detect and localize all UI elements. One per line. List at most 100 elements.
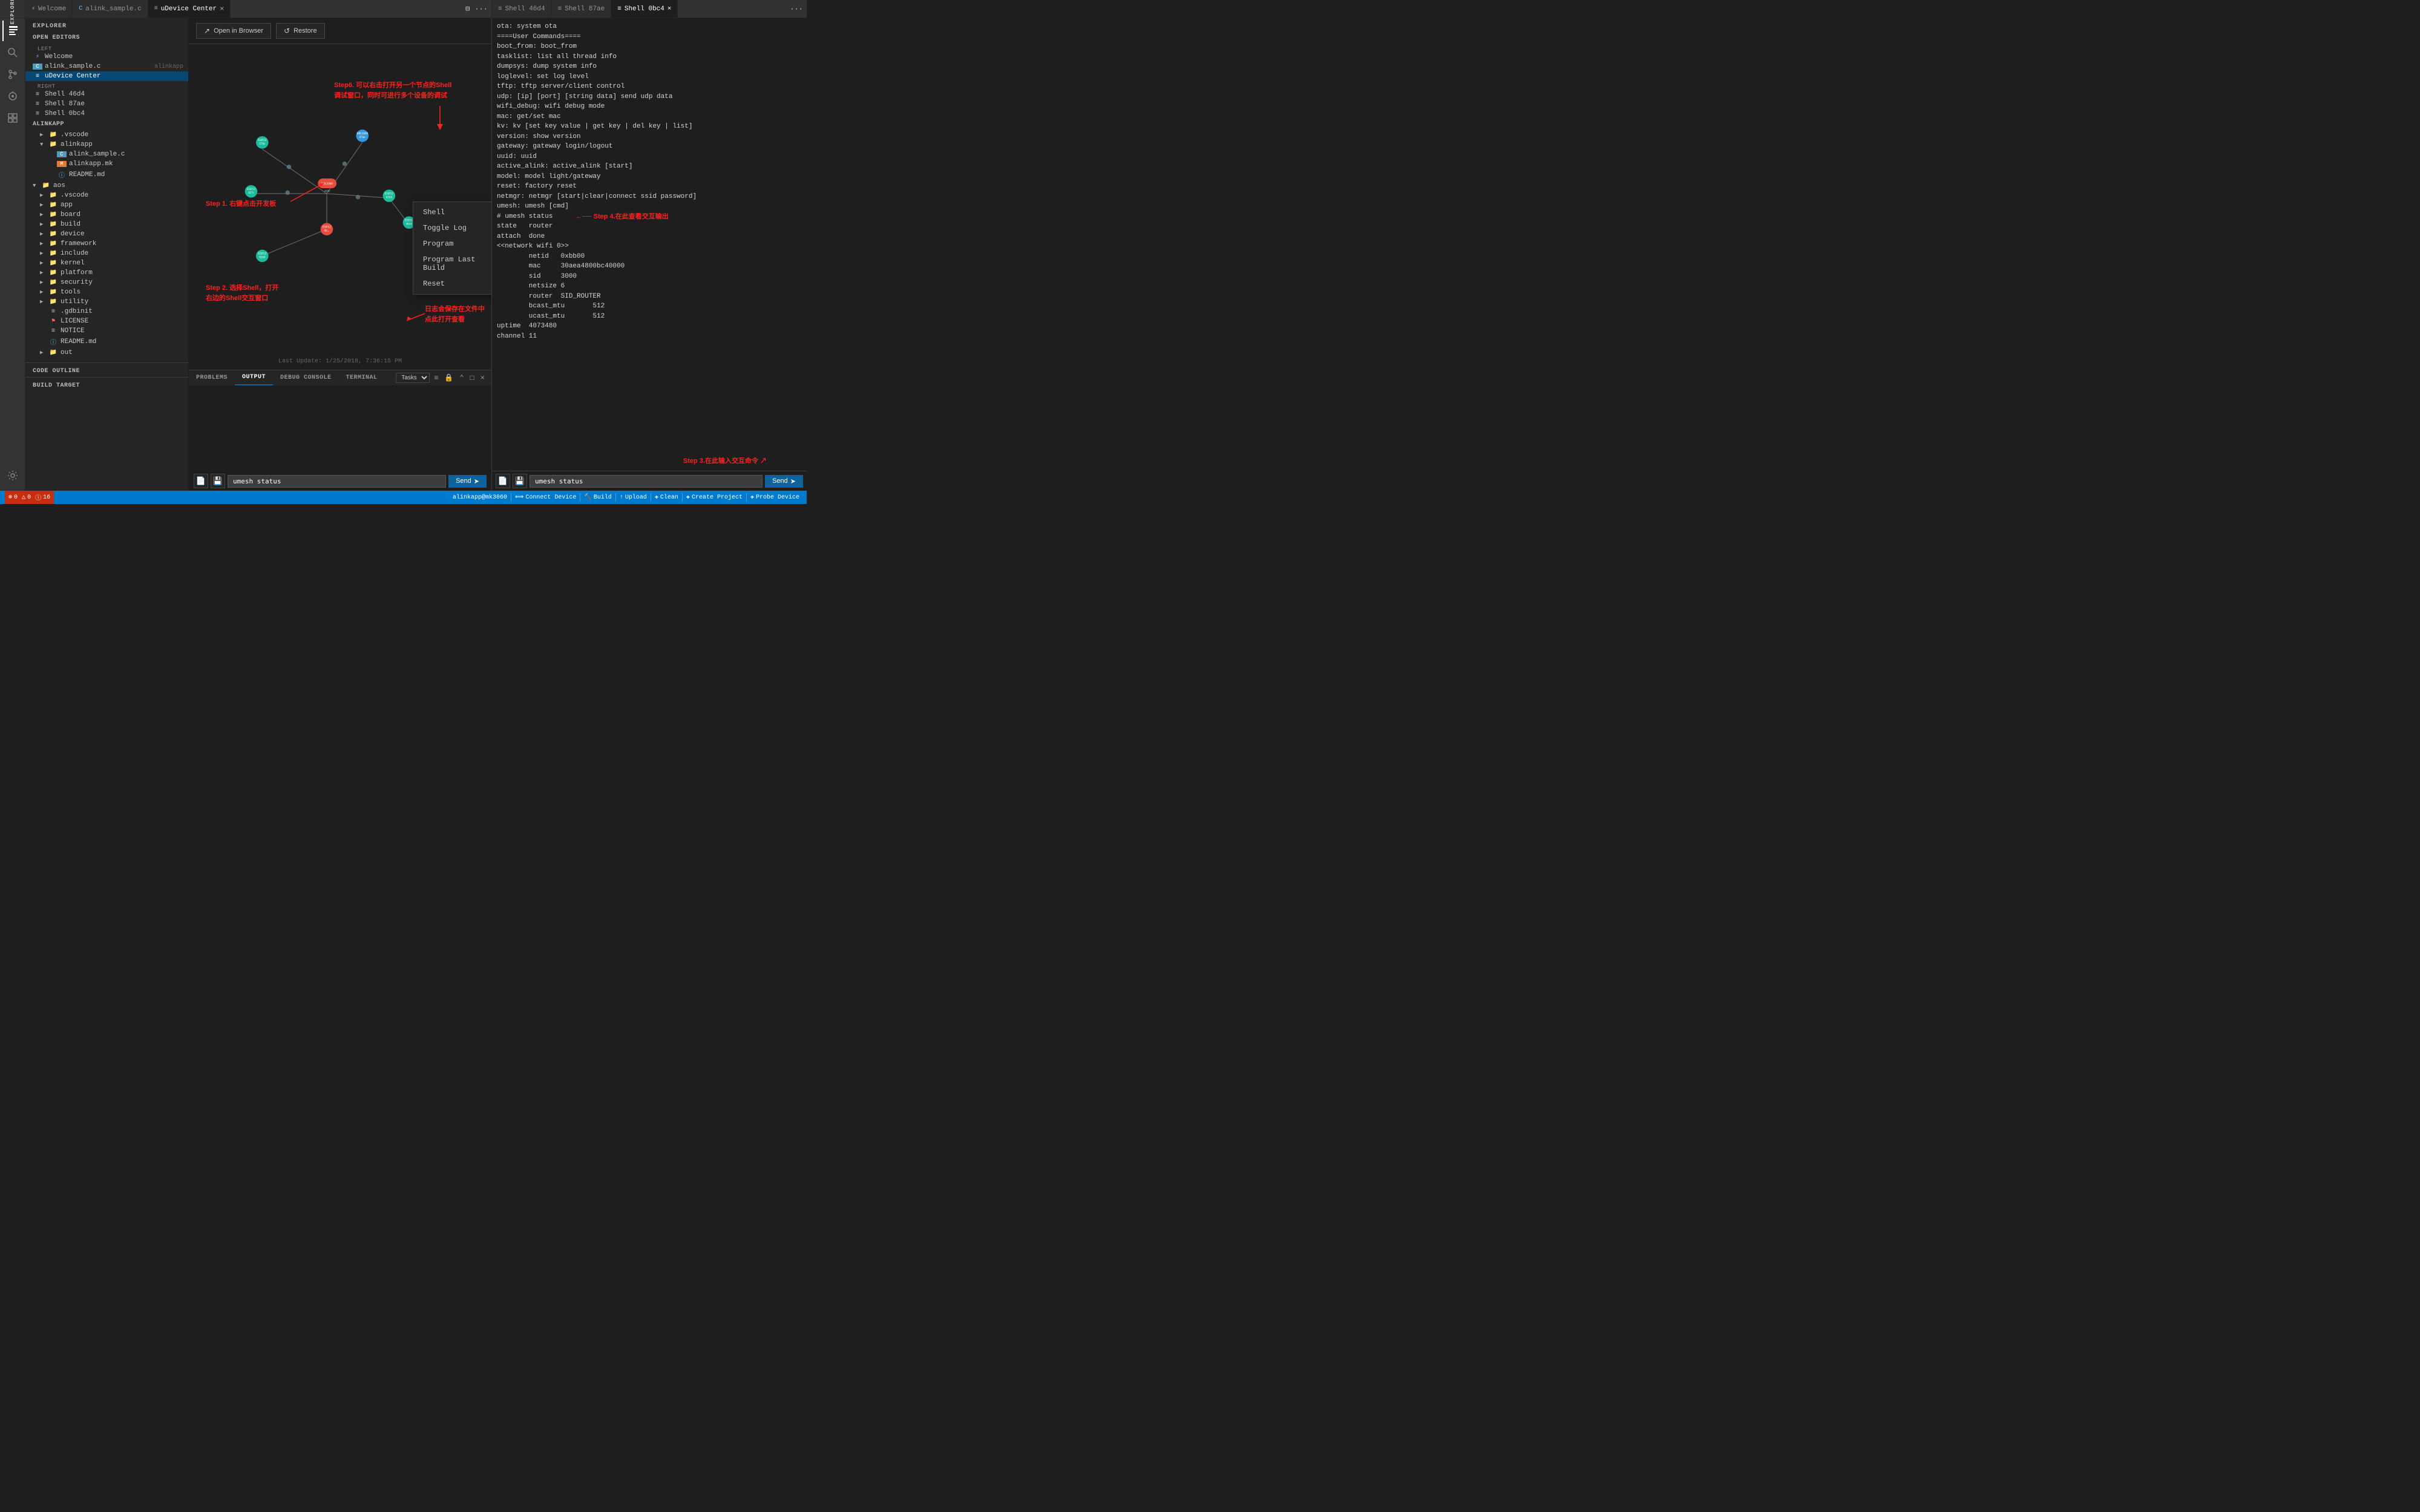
tree-vscode-1[interactable]: ▶ 📁 .vscode [25, 130, 188, 140]
shell-input-field[interactable] [530, 475, 762, 488]
bottom-tab-bar: PROBLEMS OUTPUT DEBUG CONSOLE TERMINAL T… [189, 370, 491, 386]
shell-46d4-file-icon: ≡ [33, 91, 42, 98]
tree-utility[interactable]: ▶ 📁 utility [25, 297, 188, 307]
shell-87ae-file-label: Shell 87ae [45, 100, 188, 108]
tree-readme-1[interactable]: ⓘ README.md [25, 169, 188, 181]
shell-more-icon[interactable]: ··· [790, 5, 803, 13]
shell-line-27: router SID_ROUTER [497, 292, 802, 302]
menu-item-reset[interactable]: Reset [413, 276, 491, 292]
device-badge[interactable]: alinkapp@mk3060 [450, 491, 510, 504]
editor-shell-87ae[interactable]: ≡ Shell 87ae [25, 99, 188, 109]
tree-readme-aos[interactable]: ⓘ README.md [25, 336, 188, 348]
tree-alinkapp-folder[interactable]: ▼ 📁 alinkapp [25, 140, 188, 149]
tree-tools[interactable]: ▶ 📁 tools [25, 287, 188, 297]
tree-out[interactable]: ▶ 📁 out [25, 348, 188, 358]
editor-shell-46d4[interactable]: ≡ Shell 46d4 [25, 90, 188, 99]
search-icon[interactable] [2, 42, 23, 63]
tree-gdbinit[interactable]: ≡ .gdbinit [25, 307, 188, 316]
welcome-icon: ⚡ [31, 5, 35, 13]
tree-license[interactable]: ⚑ LICENSE [25, 316, 188, 326]
shell-46d4-label: Shell 46d4 [505, 5, 545, 13]
menu-item-toggle-log[interactable]: Toggle Log [413, 220, 491, 236]
split-editor-icon[interactable]: ⊟ [465, 4, 470, 13]
tab-udevice-center[interactable]: ≡ uDevice Center × [148, 0, 231, 18]
shell-save-btn[interactable]: 💾 [513, 474, 527, 488]
tab-udevice-label: uDevice Center [161, 5, 217, 13]
tab-terminal[interactable]: TERMINAL [339, 370, 385, 385]
tab-close-icon[interactable]: × [220, 5, 224, 13]
last-update-text: Last Update: 1/25/2018, 7:36:15 PM [278, 358, 402, 365]
context-menu: Shell Toggle Log Program Program Last Bu… [413, 201, 491, 295]
tree-alink-sample-c[interactable]: C alink_sample.c [25, 149, 188, 159]
tree-build[interactable]: ▶ 📁 build [25, 220, 188, 229]
shell-tab-0bc4[interactable]: ≡ Shell 0bc4 × [611, 0, 678, 18]
connect-device-badge[interactable]: ⟺ Connect Device [513, 491, 579, 504]
log-input-field[interactable] [228, 475, 446, 488]
shell-tab-close-icon[interactable]: × [667, 5, 672, 13]
log-file-icon[interactable]: 📄 [194, 474, 208, 488]
shell-log-file-btn[interactable]: 📄 [496, 474, 510, 488]
upload-badge[interactable]: ↑ Upload [617, 491, 649, 504]
tab-welcome[interactable]: ⚡ Welcome [25, 0, 73, 18]
menu-item-program[interactable]: Program [413, 236, 491, 252]
menu-item-shell[interactable]: Shell [413, 205, 491, 220]
tree-vscode-aos[interactable]: ▶ 📁 .vscode [25, 191, 188, 200]
shell-line-2: boot_from: boot_from [497, 42, 802, 52]
tab-problems[interactable]: PROBLEMS [189, 370, 235, 385]
tasks-dropdown[interactable]: Tasks [396, 373, 430, 383]
tree-app[interactable]: ▶ 📁 app [25, 200, 188, 210]
editor-welcome[interactable]: ⚡ Welcome [25, 52, 188, 62]
restore-button[interactable]: ↺ Restore [276, 23, 325, 39]
svg-text:62d4: 62d4 [259, 256, 266, 260]
out-label: out [61, 349, 188, 356]
tree-notice[interactable]: ≡ NOTICE [25, 326, 188, 336]
open-browser-button[interactable]: ↗ Open in Browser [196, 23, 271, 39]
tree-kernel[interactable]: ▶ 📁 kernel [25, 258, 188, 268]
editor-shell-0bc4[interactable]: ≡ Shell 0bc4 [25, 109, 188, 119]
editor-udevice[interactable]: ≡ uDevice Center [25, 71, 188, 81]
utility-icon: 📁 [48, 298, 58, 306]
arrow-up-icon[interactable]: ⌃ [457, 372, 465, 384]
tab-alink-sample[interactable]: C alink_sample.c [73, 0, 148, 18]
close-panel-icon[interactable]: × [479, 373, 487, 384]
shell-send-button[interactable]: Send ➤ [765, 475, 803, 488]
tab-output[interactable]: OUTPUT [235, 370, 273, 385]
create-project-icon: ✚ [686, 494, 690, 501]
more-actions-icon[interactable]: ··· [474, 5, 488, 13]
bottom-tab-controls: Tasks ≡ 🔒 ⌃ □ × [396, 372, 491, 384]
send-button[interactable]: Send ➤ [448, 475, 487, 488]
tree-board[interactable]: ▶ 📁 board [25, 210, 188, 220]
shell-tab-46d4[interactable]: ≡ Shell 46d4 [492, 0, 552, 18]
shell-tab-87ae[interactable]: ≡ Shell 87ae [552, 0, 612, 18]
list-icon[interactable]: ≡ [432, 373, 440, 384]
error-badge[interactable]: ⊗ 0 △ 0 ⓘ 16 [5, 491, 54, 504]
debug-icon[interactable] [2, 86, 23, 106]
editor-alink-sample[interactable]: C alink_sample.c alinkapp [25, 62, 188, 71]
maximize-icon[interactable]: □ [468, 373, 476, 384]
settings-icon[interactable] [2, 465, 23, 486]
log-save-icon[interactable]: 💾 [211, 474, 225, 488]
connect-label: Connect Device [525, 494, 576, 501]
menu-item-program-last-build[interactable]: Program Last Build [413, 252, 491, 276]
shell-line-6: tftp: tftp server/client control [497, 82, 802, 92]
lock-icon[interactable]: 🔒 [442, 372, 455, 384]
step5-arrow [500, 18, 531, 19]
probe-device-badge[interactable]: ✚ Probe Device [748, 491, 802, 504]
extensions-icon[interactable] [2, 108, 23, 128]
shell-line-26: netsize 6 [497, 281, 802, 292]
tree-device[interactable]: ▶ 📁 device [25, 229, 188, 239]
create-project-label: Create Project [692, 494, 743, 501]
graph-area[interactable]: MK3060 1d1c ESP32 467c ESP32 07dc MK3060… [189, 44, 491, 370]
create-project-badge[interactable]: ✚ Create Project [684, 491, 745, 504]
info-count: 16 [43, 494, 50, 501]
tab-debug-console[interactable]: DEBUG CONSOLE [273, 370, 339, 385]
tree-alinkapp-mk[interactable]: M alinkapp.mk [25, 159, 188, 169]
build-badge[interactable]: 🔨 Build [582, 491, 614, 504]
tree-security[interactable]: ▶ 📁 security [25, 278, 188, 287]
git-icon[interactable] [2, 64, 23, 85]
tree-framework[interactable]: ▶ 📁 framework [25, 239, 188, 249]
tree-aos-root[interactable]: ▼ 📁 aos [25, 181, 188, 191]
clean-badge[interactable]: ✚ Clean [652, 491, 681, 504]
tree-platform[interactable]: ▶ 📁 platform [25, 268, 188, 278]
tree-include[interactable]: ▶ 📁 include [25, 249, 188, 258]
